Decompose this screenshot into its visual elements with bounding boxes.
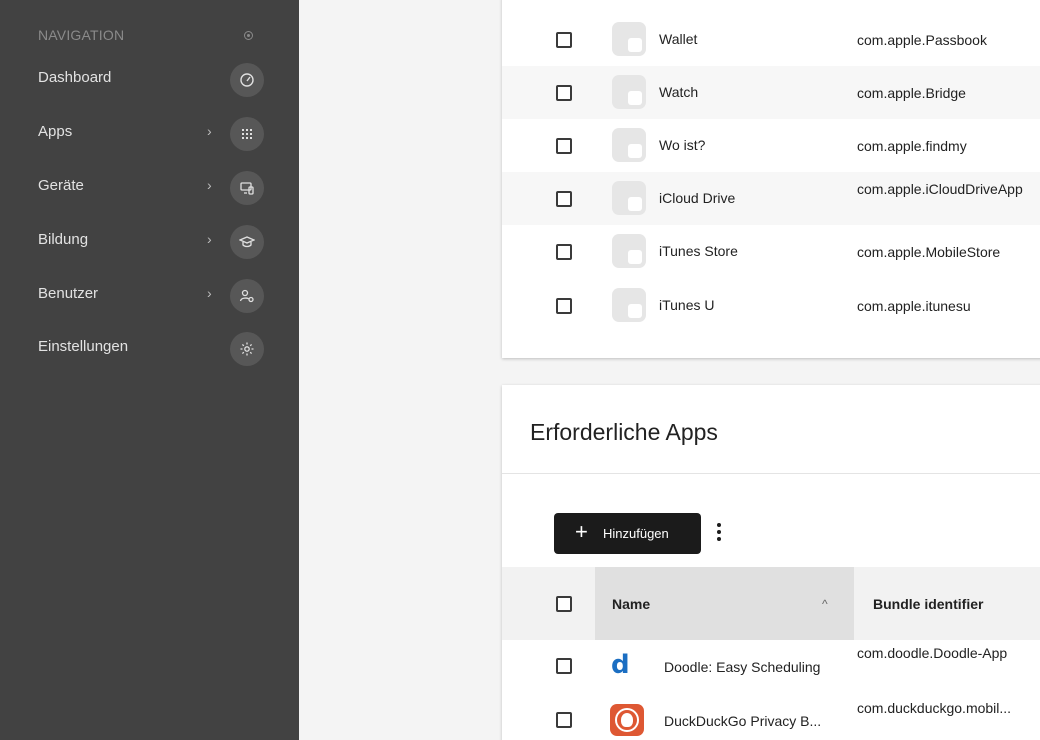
table-row[interactable]: Wo ist? com.apple.findmy xyxy=(502,119,1040,172)
row-checkbox[interactable] xyxy=(556,191,572,207)
column-header-bundle[interactable]: Bundle identifier xyxy=(873,596,983,612)
table-header: Name ^ Bundle identifier xyxy=(502,567,1040,640)
divider xyxy=(502,473,1040,474)
app-name: iTunes Store xyxy=(659,243,738,259)
row-checkbox[interactable] xyxy=(556,85,572,101)
app-placeholder-icon xyxy=(612,75,646,109)
table-row[interactable]: DuckDuckGo Privacy B... com.duckduckgo.m… xyxy=(502,693,1040,740)
app-name: DuckDuckGo Privacy B... xyxy=(664,713,822,729)
devices-icon xyxy=(230,171,264,205)
sidebar-item-label: Apps xyxy=(38,123,73,140)
bundle-identifier: com.duckduckgo.mobil... xyxy=(857,700,1012,716)
nav-header: NAVIGATION xyxy=(38,27,125,43)
doodle-app-icon: d xyxy=(611,650,630,680)
duckduckgo-app-icon xyxy=(610,704,644,736)
table-row[interactable]: iCloud Drive com.apple.iCloudDriveApp xyxy=(502,172,1040,225)
chevron-right-icon: › xyxy=(207,123,212,139)
sidebar-item-label: Geräte xyxy=(38,177,84,194)
chevron-right-icon: › xyxy=(207,177,212,193)
bundle-identifier: com.apple.itunesu xyxy=(857,298,971,314)
bundle-identifier: com.apple.MobileStore xyxy=(857,244,1001,260)
table-row[interactable]: iTunes Store com.apple.MobileStore xyxy=(502,225,1040,278)
grid-icon xyxy=(230,117,264,151)
app-placeholder-icon xyxy=(612,181,646,215)
select-all-checkbox[interactable] xyxy=(556,596,572,612)
bundle-identifier: com.apple.iCloudDriveApp xyxy=(857,181,1023,197)
section-title: Erforderliche Apps xyxy=(530,419,718,445)
sidebar-item-dashboard[interactable]: Dashboard xyxy=(0,55,299,105)
row-checkbox[interactable] xyxy=(556,138,572,154)
bundle-identifier: com.doodle.Doodle-App xyxy=(857,645,1008,661)
user-gear-icon xyxy=(230,279,264,313)
row-checkbox[interactable] xyxy=(556,32,572,48)
bundle-identifier: com.apple.Bridge xyxy=(857,85,966,101)
sidebar-item-label: Dashboard xyxy=(38,69,112,86)
sidebar-item-bildung[interactable]: Bildung › xyxy=(0,217,299,267)
column-header-name: Name xyxy=(612,596,651,612)
table-row[interactable]: Wallet com.apple.Passbook xyxy=(502,13,1040,66)
add-button-label: Hinzufügen xyxy=(603,526,669,541)
table-row[interactable]: Watch com.apple.Bridge xyxy=(502,66,1040,119)
bundle-identifier: com.apple.findmy xyxy=(857,138,967,154)
app-placeholder-icon xyxy=(612,22,646,56)
sidebar-item-label: Benutzer xyxy=(38,285,99,302)
row-checkbox[interactable] xyxy=(556,298,572,314)
app-name: Doodle: Easy Scheduling xyxy=(664,659,821,675)
app-name: iTunes U xyxy=(659,297,715,313)
sidebar-item-apps[interactable]: Apps › xyxy=(0,109,299,159)
table-row[interactable]: d Doodle: Easy Scheduling com.doodle.Doo… xyxy=(502,640,1040,693)
chevron-right-icon: › xyxy=(207,285,212,301)
app-name: Wo ist? xyxy=(659,137,706,153)
sidebar-item-geraete[interactable]: Geräte › xyxy=(0,163,299,213)
graduation-cap-icon xyxy=(230,225,264,259)
chevron-right-icon: › xyxy=(207,231,212,247)
app-placeholder-icon xyxy=(612,128,646,162)
bundle-identifier: com.apple.Passbook xyxy=(857,32,987,48)
gear-icon xyxy=(230,332,264,366)
sidebar-item-label: Bildung xyxy=(38,231,89,248)
row-checkbox[interactable] xyxy=(556,712,572,728)
app-placeholder-icon xyxy=(612,288,646,322)
speedometer-icon xyxy=(230,63,264,97)
sort-ascending-icon[interactable]: ^ xyxy=(822,597,828,611)
app-name: iCloud Drive xyxy=(659,190,736,206)
app-placeholder-icon xyxy=(612,234,646,268)
sidebar: NAVIGATION Dashboard Apps › Geräte › Bil… xyxy=(0,0,299,740)
add-button[interactable]: + Hinzufügen xyxy=(554,513,701,554)
sidebar-item-einstellungen[interactable]: Einstellungen xyxy=(0,324,299,374)
plus-icon: + xyxy=(575,519,588,544)
app-name: Wallet xyxy=(659,31,698,47)
row-checkbox[interactable] xyxy=(556,244,572,260)
required-apps-card: Erforderliche Apps + Hinzufügen Name ^ B… xyxy=(502,385,1040,740)
sidebar-item-label: Einstellungen xyxy=(38,338,129,355)
more-options-icon[interactable] xyxy=(714,523,724,545)
app-name: Watch xyxy=(659,84,699,100)
sidebar-item-benutzer[interactable]: Benutzer › xyxy=(0,271,299,321)
row-checkbox[interactable] xyxy=(556,658,572,674)
apps-list-card: Wallet com.apple.Passbook Watch com.appl… xyxy=(502,0,1040,358)
table-row[interactable]: iTunes U com.apple.itunesu xyxy=(502,279,1040,332)
pin-sidebar-icon[interactable] xyxy=(244,31,253,40)
